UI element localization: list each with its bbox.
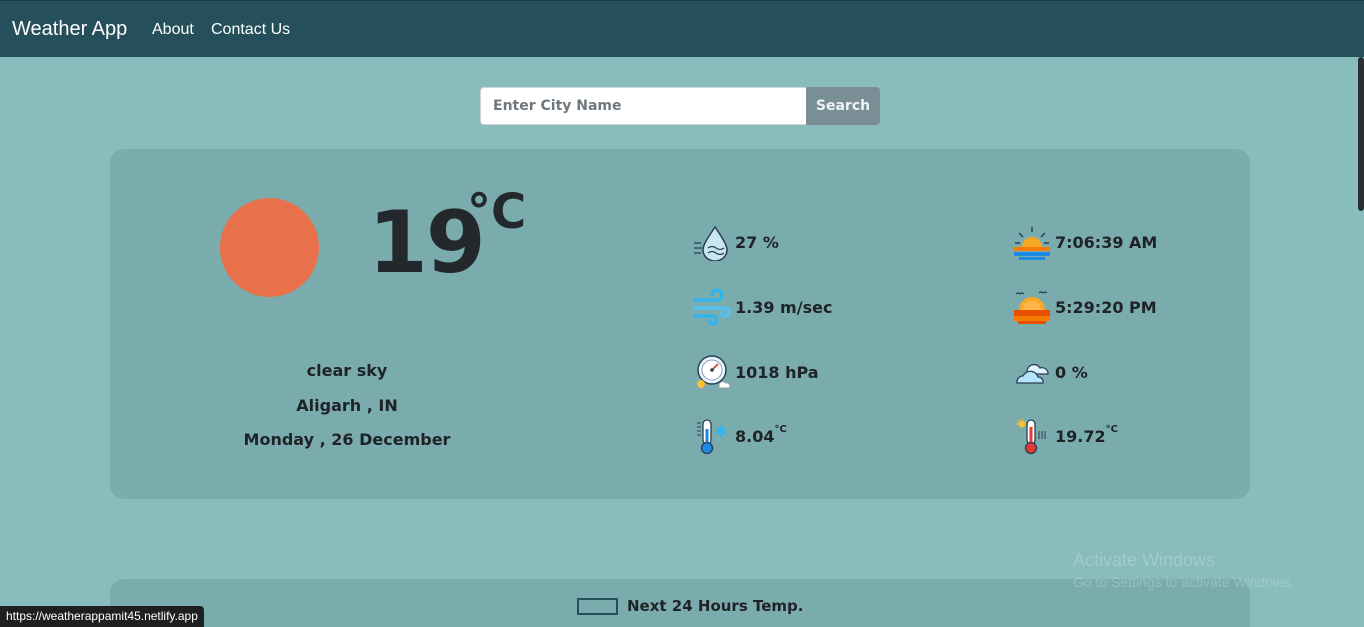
max-temp-value: 19.72°C <box>1055 423 1118 446</box>
search-button[interactable]: Search <box>806 87 880 125</box>
location-label: Aligarh , IN <box>296 396 398 415</box>
hot-thermometer-icon <box>1013 417 1051 455</box>
search-form: Search <box>480 87 880 125</box>
min-temp-unit: °C <box>774 423 787 435</box>
wind-icon <box>693 288 731 326</box>
humidity-value: 27 % <box>735 232 779 252</box>
sun-icon <box>220 198 319 297</box>
navbar: Weather App About Contact Us <box>0 0 1364 57</box>
chart-legend-label[interactable]: Next 24 Hours Temp. <box>627 597 803 615</box>
cold-thermometer-icon <box>693 417 731 455</box>
sunset-icon <box>1013 288 1051 326</box>
app-brand[interactable]: Weather App <box>12 18 127 41</box>
pressure-stat: 1018 hPa <box>693 352 819 392</box>
activate-windows-subtitle: Go to Settings to activate Windows. <box>1073 574 1294 590</box>
max-temp-unit: °C <box>1105 423 1118 435</box>
min-temp-stat: 8.04°C <box>693 416 787 456</box>
nav-link-about[interactable]: About <box>152 21 194 39</box>
nav-link-contact-us[interactable]: Contact Us <box>211 21 290 39</box>
cloud-icon <box>1013 353 1051 391</box>
sunrise-value: 7:06:39 AM <box>1055 232 1158 252</box>
sunset-stat: 5:29:20 PM <box>1013 287 1157 327</box>
chart-legend-swatch[interactable] <box>577 598 618 615</box>
humidity-stat: 27 % <box>693 222 779 262</box>
status-bar-url: https://weatherappamit45.netlify.app <box>0 606 204 627</box>
activate-windows-title: Activate Windows <box>1073 550 1216 570</box>
pressure-value: 1018 hPa <box>735 362 819 382</box>
temperature-unit: °C <box>467 184 527 240</box>
max-temp-stat: 19.72°C <box>1013 416 1118 456</box>
sunset-value: 5:29:20 PM <box>1055 297 1157 317</box>
city-search-input[interactable] <box>480 87 807 125</box>
sunrise-icon <box>1013 223 1051 261</box>
clouds-value: 0 % <box>1055 362 1088 382</box>
min-temp-value: 8.04°C <box>735 423 787 446</box>
date-label: Monday , 26 December <box>243 430 451 449</box>
weather-description: clear sky <box>306 361 388 380</box>
vertical-scrollbar[interactable] <box>1358 57 1364 211</box>
humidity-icon <box>693 223 731 262</box>
wind-stat: 1.39 m/sec <box>693 287 832 327</box>
clouds-stat: 0 % <box>1013 352 1088 392</box>
pressure-gauge-icon <box>693 353 731 391</box>
wind-value: 1.39 m/sec <box>735 297 833 317</box>
sunrise-stat: 7:06:39 AM <box>1013 222 1157 262</box>
